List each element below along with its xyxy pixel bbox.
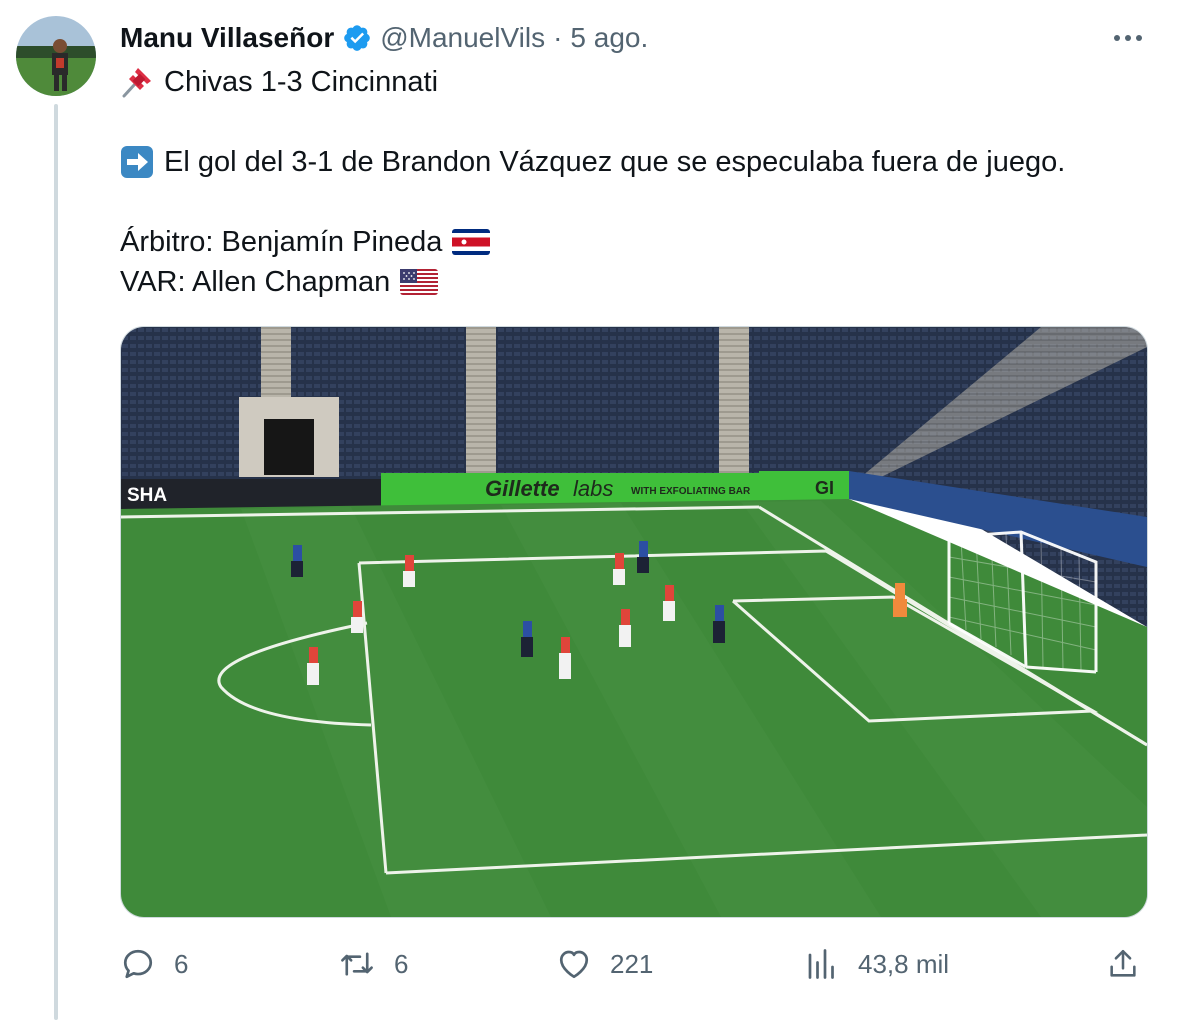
more-icon [1114, 35, 1142, 41]
soccer-match-image: SHA Gillette labs WITH EXFOLIATING BAR G… [121, 327, 1147, 917]
tweet-line-4: VAR: Allen Chapman [120, 262, 1140, 302]
board-text-gi: GI [815, 478, 834, 498]
tweet-line-3: Árbitro: Benjamín Pineda [120, 222, 1140, 262]
costa-rica-flag-icon [452, 229, 491, 255]
tweet-line-2-text: El gol del 3-1 de Brandon Vázquez que se… [164, 146, 1066, 178]
repost-button[interactable]: 6 [338, 940, 408, 988]
repost-count: 6 [394, 948, 409, 979]
like-count: 221 [610, 948, 654, 979]
share-button[interactable] [1106, 940, 1140, 988]
board-text-gillette: Gillette [485, 476, 560, 501]
tweet-line-1-text: Chivas 1-3 Cincinnati [164, 66, 439, 98]
reply-icon [123, 949, 153, 979]
board-text-sha: SHA [127, 485, 167, 506]
reply-count: 6 [174, 948, 189, 979]
tweet-line-3-text: Árbitro: Benjamín Pineda [120, 226, 443, 258]
tweet-header: Manu Villaseñor @ManuelVils · 5 ago. [120, 20, 648, 56]
views-button[interactable]: 43,8 mil [804, 940, 949, 988]
verified-badge-icon [344, 25, 371, 51]
tweet-line-2: El gol del 3-1 de Brandon Vázquez que se… [120, 142, 1140, 182]
author-handle[interactable]: @ManuelVils [380, 22, 545, 54]
separator-dot: · [553, 22, 563, 53]
like-button[interactable]: 221 [556, 940, 653, 988]
avatar-photo [16, 16, 96, 96]
display-name[interactable]: Manu Villaseñor [120, 22, 334, 54]
tweet-media-image[interactable]: SHA Gillette labs WITH EXFOLIATING BAR G… [120, 326, 1148, 918]
reply-button[interactable]: 6 [120, 940, 188, 988]
views-count: 43,8 mil [858, 948, 950, 979]
heart-icon [559, 950, 589, 979]
board-text-labs: labs [573, 476, 613, 501]
tweet-line-4-text: VAR: Allen Chapman [120, 266, 391, 298]
tweet-actions: 6 6 221 43,8 mil [120, 940, 1150, 988]
tweet-line-1: Chivas 1-3 Cincinnati [120, 62, 1140, 102]
pushpin-icon [122, 68, 151, 98]
usa-flag-icon [400, 269, 439, 295]
tweet-time[interactable]: 5 ago. [570, 22, 648, 54]
repost-icon [341, 952, 373, 976]
board-text-exfoliating: WITH EXFOLIATING BAR [631, 486, 751, 497]
share-icon [1110, 949, 1136, 977]
tweet-text: Chivas 1-3 Cincinnati El gol del 3-1 de … [120, 62, 1140, 302]
author-avatar[interactable] [16, 16, 96, 96]
more-button[interactable] [1108, 24, 1148, 52]
thread-line [54, 104, 58, 1020]
right-arrow-icon [121, 146, 153, 178]
views-chart-icon [808, 949, 834, 979]
